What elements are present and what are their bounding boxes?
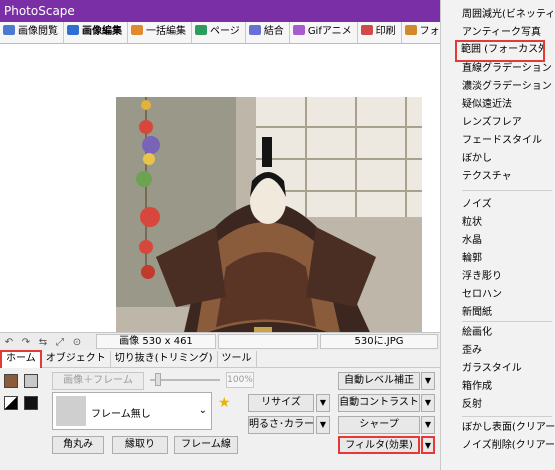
menu-item-reflection[interactable]: 反射 xyxy=(441,395,555,417)
tab-object[interactable]: オブジェクト xyxy=(42,351,111,368)
photoscape-icon xyxy=(404,25,417,35)
tab-tools[interactable]: ツール xyxy=(218,351,257,368)
batch-icon xyxy=(131,25,143,35)
auto-level-button[interactable]: 自動レベル補正 xyxy=(338,372,420,390)
tab-label: 結合 xyxy=(263,26,284,37)
tab-viewer[interactable]: 画像閲覧 xyxy=(0,22,64,43)
tab-gif[interactable]: Gifアニメ xyxy=(290,22,358,43)
resize-dropdown[interactable]: ▼ xyxy=(316,394,330,412)
tab-label: 画像閲覧 xyxy=(18,26,58,37)
tab-label: ページ xyxy=(210,26,240,37)
favorite-star-icon[interactable]: ★ xyxy=(218,395,231,411)
image-size-readout: 画像 530 x 461 xyxy=(96,334,216,349)
tab-label: 一括編集 xyxy=(146,26,186,37)
auto-contrast-button[interactable]: 自動コントラスト xyxy=(338,394,420,412)
filter-dropdown[interactable]: ▼ xyxy=(421,436,435,454)
round-corners-button[interactable]: 角丸み xyxy=(52,436,104,454)
frame-thumbnail xyxy=(56,396,86,426)
zoom-icon[interactable]: ⊙ xyxy=(70,337,84,349)
status-bar: ↶ ↷ ⇆ ⤢ ⊙ 画像 530 x 461 530に.JPG xyxy=(0,332,440,350)
flip-icon[interactable]: ⇆ xyxy=(36,337,50,349)
image-canvas[interactable] xyxy=(0,44,440,367)
sharpen-dropdown[interactable]: ▼ xyxy=(421,416,435,434)
filter-effects-button[interactable]: フィルタ(効果) xyxy=(338,436,420,454)
combine-icon xyxy=(248,25,261,35)
menu-separator xyxy=(462,190,552,191)
resize-button[interactable]: リサイズ xyxy=(248,394,314,412)
auto-contrast-dropdown[interactable]: ▼ xyxy=(421,394,435,412)
rotate-left-icon[interactable]: ↶ xyxy=(2,337,16,349)
app-title: PhotoScape xyxy=(4,4,75,18)
tab-home[interactable]: ホーム xyxy=(0,350,42,368)
status-empty-field xyxy=(218,334,318,349)
menu-item-noise-removal[interactable]: ノイズ削除(クリアースキン) xyxy=(441,436,555,458)
tab-crop[interactable]: 切り抜き(トリミング) xyxy=(111,351,218,368)
ribbon-tab-bar: ホーム オブジェクト 切り抜き(トリミング) ツール xyxy=(0,350,440,368)
tab-combine[interactable]: 結合 xyxy=(246,22,290,43)
contrast-icon[interactable] xyxy=(4,396,18,410)
frame-percent-field[interactable]: 100% xyxy=(226,372,254,388)
tab-editor[interactable]: 画像編集 xyxy=(64,22,128,43)
sharpen-button[interactable]: シャープ xyxy=(338,416,420,434)
frame-select-value: フレーム無し xyxy=(91,409,151,420)
doll-image xyxy=(116,97,422,367)
page-icon xyxy=(195,25,207,35)
frame-line-button[interactable]: フレーム線 xyxy=(174,436,238,454)
brightness-color-button[interactable]: 明るさ･カラー xyxy=(248,416,314,434)
tab-label: 画像編集 xyxy=(82,26,122,37)
swatch-icon[interactable] xyxy=(4,374,18,388)
swatch-icon[interactable] xyxy=(24,374,38,388)
tab-label: フォトスケープ xyxy=(419,26,440,37)
tab-batch[interactable]: 一括編集 xyxy=(128,22,192,43)
chevron-down-icon: ⌄ xyxy=(198,405,207,416)
invert-icon[interactable] xyxy=(24,396,38,410)
menu-separator xyxy=(462,416,552,417)
tab-label: 印刷 xyxy=(375,26,396,37)
tab-print[interactable]: 印刷 xyxy=(358,22,402,43)
image-frame-button[interactable]: 画像＋フレーム xyxy=(52,372,144,390)
frame-slider-handle[interactable] xyxy=(155,373,161,386)
brightness-dropdown[interactable]: ▼ xyxy=(316,416,330,434)
tab-photoscape[interactable]: フォトスケープ xyxy=(402,22,440,43)
resize-icon[interactable]: ⤢ xyxy=(53,337,67,349)
print-icon xyxy=(360,25,373,35)
main-tab-bar: 画像閲覧 画像編集 一括編集 ページ 結合 Gifアニメ 印刷 フォトスケープ xyxy=(0,22,440,44)
frame-select[interactable]: フレーム無し ⌄ xyxy=(52,392,212,430)
editor-icon xyxy=(67,25,79,35)
file-name-readout: 530に.JPG xyxy=(320,334,438,349)
auto-level-dropdown[interactable]: ▼ xyxy=(421,372,435,390)
gif-icon xyxy=(292,25,305,35)
hina-doll-photo xyxy=(116,97,422,367)
tab-label: Gifアニメ xyxy=(307,26,352,37)
filter-menu: 周囲減光(ビネッティング) アンティーク写真 範囲 (フォーカス外) 直線グラデ… xyxy=(440,0,555,470)
tab-page[interactable]: ページ xyxy=(192,22,246,43)
viewer-icon xyxy=(3,25,15,35)
menu-item-texture[interactable]: テクスチャ xyxy=(441,167,555,189)
status-tool-icons: ↶ ↷ ⇆ ⤢ ⊙ xyxy=(2,335,87,349)
menu-separator xyxy=(462,321,552,322)
rotate-right-icon[interactable]: ↷ xyxy=(19,337,33,349)
border-button[interactable]: 縁取り xyxy=(112,436,168,454)
ribbon-panel: 画像＋フレーム 100% フレーム無し ⌄ ★ 角丸み 縁取り フレーム線 リサ… xyxy=(0,368,440,470)
